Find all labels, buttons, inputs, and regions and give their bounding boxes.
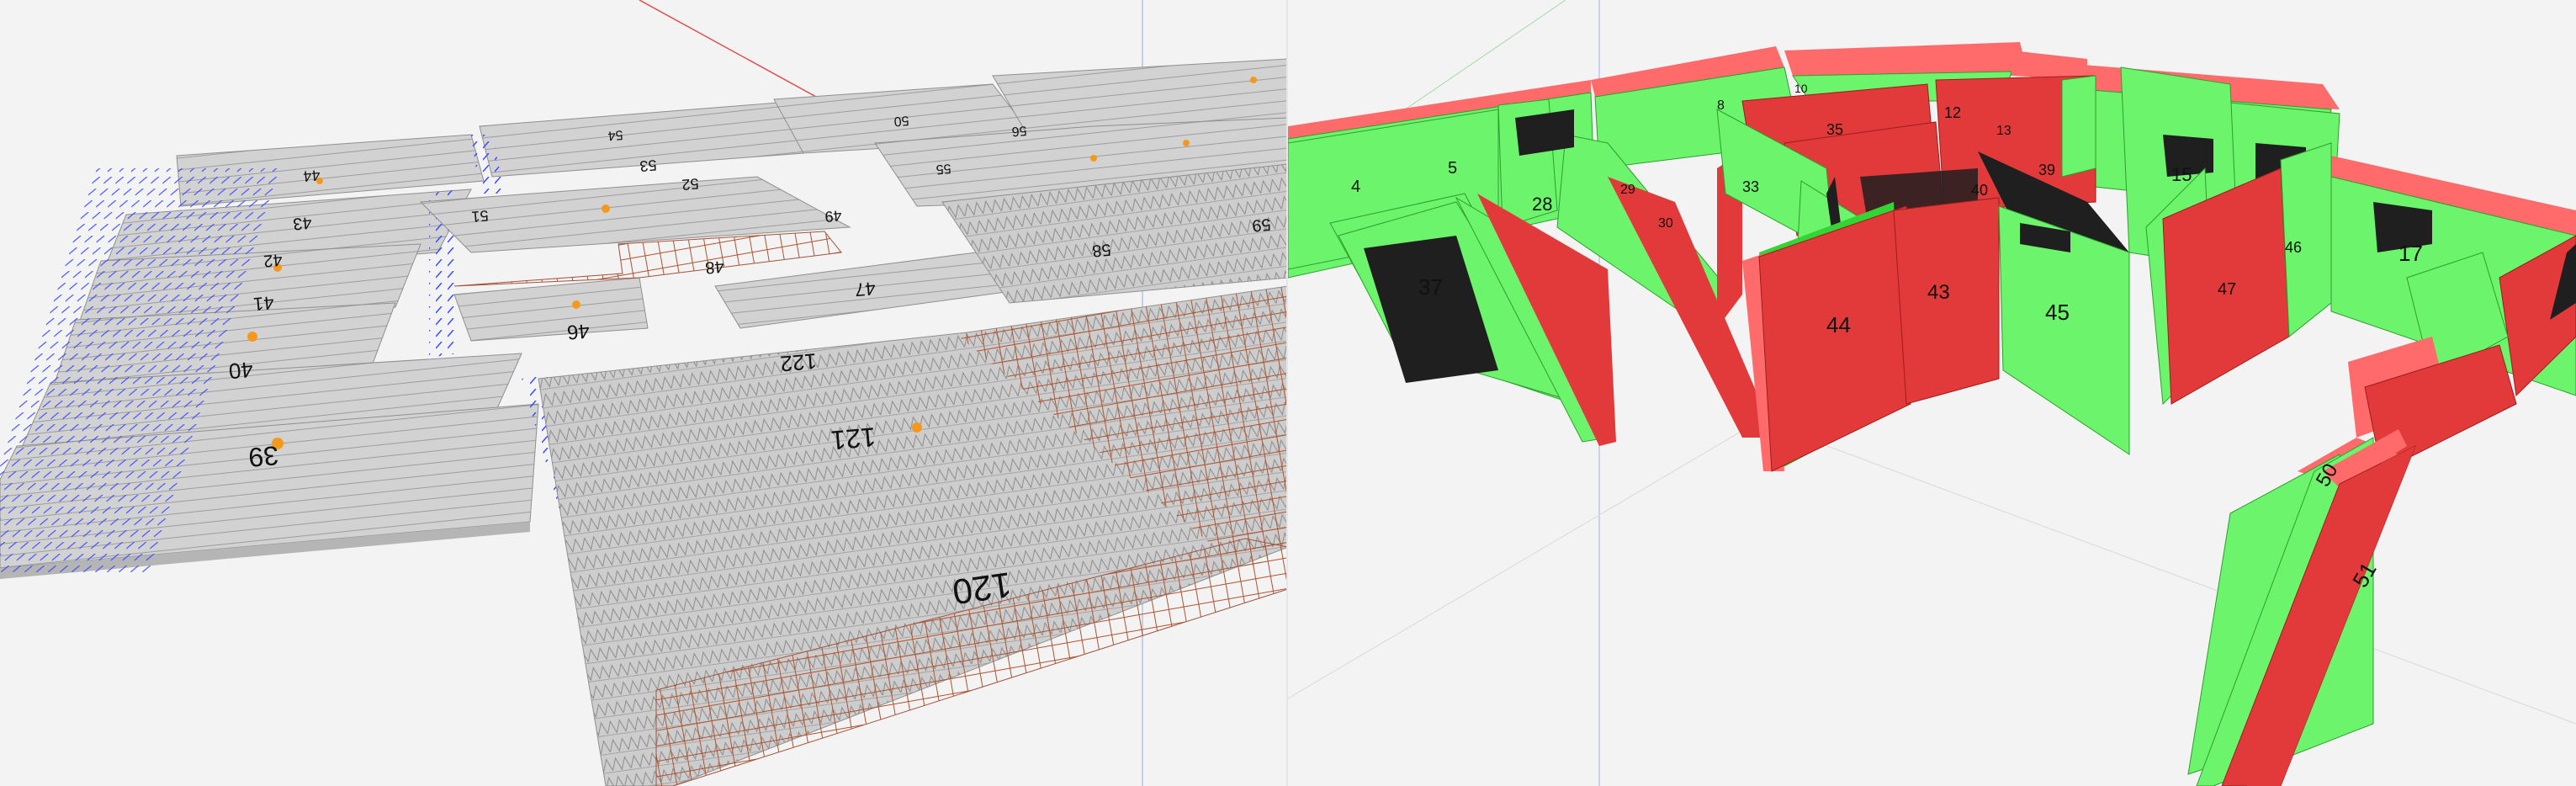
wall-label: 10	[1794, 82, 1808, 95]
slab-label: 51	[471, 207, 490, 226]
guide-line	[1288, 420, 1760, 699]
wall-label: 15	[2171, 164, 2192, 185]
slab-label: 53	[639, 157, 658, 175]
guide-line	[1758, 420, 2576, 725]
slab-label: 50	[893, 113, 909, 128]
slab-label: 41	[252, 292, 275, 315]
slab-label: 120	[950, 565, 1014, 612]
slab-label: 40	[228, 357, 254, 384]
wall-scene[interactable]: 4 5 28 37 29 30 8 10 33 35 12 13 40 39 1…	[1288, 0, 2576, 786]
left-3d-viewport[interactable]: 44 43 42 41 40 39 54 53 52 51 50 49 48 4…	[0, 0, 1288, 786]
slab-label: 54	[607, 127, 623, 142]
front-center-walls	[1742, 197, 2130, 472]
slab-label: 43	[292, 213, 312, 233]
slab-label: 39	[247, 440, 280, 473]
wall-label: 28	[1532, 194, 1552, 215]
wall-label: 40	[1971, 182, 1988, 199]
wall-label: 8	[1717, 98, 1725, 113]
slab-label: 58	[1091, 240, 1111, 260]
wall-label: 44	[1826, 312, 1851, 337]
wall-label: 12	[1944, 104, 1961, 121]
wall-label: 45	[2045, 300, 2070, 325]
wall-label: 47	[2218, 280, 2236, 299]
slab-label: 44	[303, 167, 321, 185]
wall-label: 35	[1826, 121, 1843, 138]
wall-label: 17	[2398, 241, 2423, 266]
slab-label: 122	[779, 348, 818, 377]
slab-label: 42	[262, 250, 283, 270]
slab-label: 52	[681, 175, 700, 194]
right-3d-viewport[interactable]: 4 5 28 37 29 30 8 10 33 35 12 13 40 39 1…	[1288, 0, 2576, 786]
wall-label: 37	[1418, 274, 1443, 300]
wall-label: 13	[1996, 124, 2012, 138]
slab-label: 47	[854, 278, 877, 300]
wall-label: 43	[1927, 281, 1950, 304]
slab-label: 49	[824, 207, 843, 226]
slab-label: 59	[1251, 215, 1271, 235]
slab-label: 121	[830, 422, 877, 456]
viewport-container: 44 43 42 41 40 39 54 53 52 51 50 49 48 4…	[0, 0, 2576, 786]
wall-label: 29	[1620, 183, 1635, 197]
wall-label: 46	[2285, 239, 2302, 256]
wall-label: 5	[1448, 159, 1457, 178]
wall-label: 4	[1351, 178, 1360, 196]
wall-label: 33	[1742, 178, 1759, 195]
slab-label: 46	[566, 319, 591, 343]
slab-label: 48	[704, 257, 724, 277]
slab-label: 55	[936, 161, 951, 176]
wall-label: 30	[1658, 216, 1673, 231]
slab-label: 56	[1011, 123, 1027, 138]
slab-scene[interactable]: 44 43 42 41 40 39 54 53 52 51 50 49 48 4…	[0, 0, 1288, 786]
slab-46[interactable]	[453, 277, 649, 342]
wall-label: 39	[2038, 162, 2055, 178]
